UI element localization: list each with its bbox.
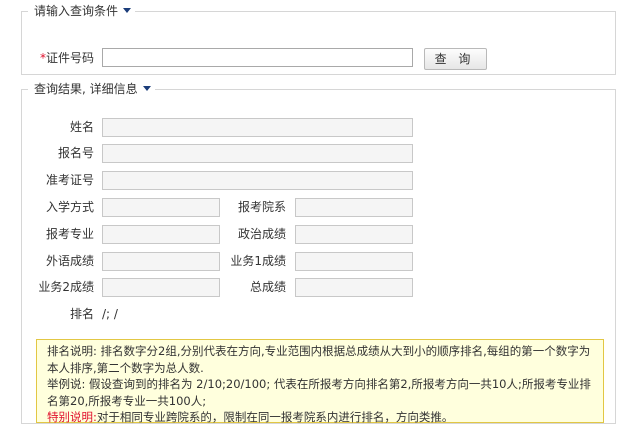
caret-down-icon[interactable]	[142, 86, 151, 91]
name-field[interactable]	[102, 118, 413, 137]
subject2-field[interactable]	[102, 278, 220, 297]
reg-no-field[interactable]	[102, 144, 413, 163]
id-number-input[interactable]	[102, 48, 413, 67]
result-legend-text: 查询结果, 详细信息	[34, 82, 138, 96]
department-label: 报考院系	[237, 200, 286, 214]
id-number-label: *证件号码	[39, 51, 94, 65]
name-label: 姓名	[69, 120, 94, 134]
foreign-lang-field[interactable]	[102, 252, 220, 271]
search-button[interactable]: 查 询	[424, 48, 487, 70]
ranking-note: 排名说明: 排名数字分2组,分别代表在方向,专业范围内根据总成绩从大到小的顺序排…	[36, 339, 604, 426]
major-label: 报考专业	[45, 227, 94, 241]
reg-no-label: 报名号	[57, 146, 94, 160]
note-line-3: 特别说明:对于相同专业跨院系的，限制在同一报考院系内进行排名，方向类推。	[47, 409, 593, 426]
caret-down-icon[interactable]	[123, 8, 132, 13]
result-legend[interactable]: 查询结果, 详细信息	[28, 81, 155, 97]
entry-method-label: 入学方式	[45, 200, 94, 214]
admission-no-field[interactable]	[102, 171, 413, 190]
subject2-label: 业务2成绩	[38, 280, 94, 294]
admission-no-label: 准考证号	[45, 173, 94, 187]
total-field[interactable]	[295, 278, 413, 297]
subject1-field[interactable]	[295, 252, 413, 271]
department-field[interactable]	[295, 198, 413, 217]
total-label: 总成绩	[249, 280, 286, 294]
entry-method-field[interactable]	[102, 198, 220, 217]
note-line-2: 举例说: 假设查询到的排名为 2/10;20/100; 代表在所报考方向排名第2…	[47, 377, 591, 408]
note-line-1: 排名说明: 排名数字分2组,分别代表在方向,专业范围内根据总成绩从大到小的顺序排…	[47, 344, 591, 375]
politics-field[interactable]	[295, 225, 413, 244]
major-field[interactable]	[102, 225, 220, 244]
query-legend[interactable]: 请输入查询条件	[28, 3, 135, 19]
foreign-lang-label: 外语成绩	[45, 254, 94, 268]
result-fieldset: 查询结果, 详细信息 姓名 报名号 准考证号 入学方式 报考院系 报考专业 政治…	[21, 81, 616, 424]
special-note-text: 对于相同专业跨院系的，限制在同一报考院系内进行排名，方向类推。	[96, 410, 454, 424]
subject1-label: 业务1成绩	[230, 254, 286, 268]
rank-label: 排名	[69, 307, 94, 321]
special-note-label: 特别说明:	[47, 410, 97, 424]
query-fieldset: 请输入查询条件 *证件号码 查 询	[21, 3, 616, 75]
rank-value: /; /	[102, 307, 118, 321]
query-legend-text: 请输入查询条件	[34, 4, 119, 18]
politics-label: 政治成绩	[237, 227, 286, 241]
